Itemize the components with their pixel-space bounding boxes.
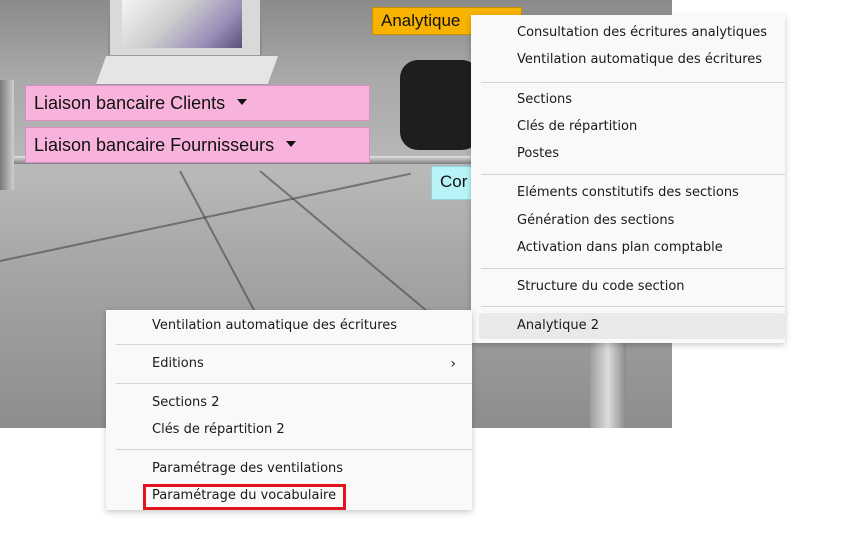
menu-separator [116, 449, 472, 450]
chevron-right-icon: › [450, 356, 456, 372]
menu-item-cles-repartition-2[interactable]: Clés de répartition 2 [106, 417, 472, 443]
menu-item-parametrage-ventilations[interactable]: Paramétrage des ventilations [106, 456, 472, 482]
liaison-clients-chip[interactable]: Liaison bancaire Clients [25, 85, 370, 121]
caret-down-icon [237, 99, 248, 106]
liaison-fournisseurs-chip[interactable]: Liaison bancaire Fournisseurs [25, 127, 370, 163]
menu-item-ventilation-automatique-2[interactable]: Ventilation automatique des écritures [106, 313, 472, 339]
menu-separator [481, 306, 785, 307]
menu-item-editions[interactable]: Editions › [106, 351, 472, 377]
floor-line [0, 172, 412, 262]
liaison-clients-label: Liaison bancaire Clients [34, 93, 226, 113]
laptop-keyboard-image [94, 55, 280, 85]
menu-separator [481, 268, 785, 269]
menu-item-sections[interactable]: Sections [471, 87, 785, 113]
menu-item-activation-plan-comptable[interactable]: Activation dans plan comptable [471, 235, 785, 261]
menu-item-analytique-2[interactable]: Analytique 2 [479, 313, 785, 339]
menu-item-ventilation-automatique[interactable]: Ventilation automatique des écritures [471, 47, 785, 73]
liaison-fournisseurs-label: Liaison bancaire Fournisseurs [34, 135, 275, 155]
menu-item-cles-repartition[interactable]: Clés de répartition [471, 114, 785, 140]
partial-cyan-label: Cor [440, 172, 468, 191]
laptop-screen-image [122, 0, 242, 48]
menu-separator [116, 344, 472, 345]
menu-item-postes[interactable]: Postes [471, 141, 785, 167]
caret-down-icon [286, 141, 297, 148]
highlight-box [143, 484, 346, 510]
analytique-chip-label: Analytique [381, 11, 461, 30]
context-menu-analytique: Consultation des écritures analytiques V… [471, 15, 785, 343]
menu-item-generation-sections[interactable]: Génération des sections [471, 208, 785, 234]
post-left-image [0, 80, 14, 190]
floor-line [259, 170, 430, 314]
menu-separator [481, 82, 785, 83]
menu-item-editions-label: Editions [152, 356, 204, 371]
menu-item-consultation-ecritures[interactable]: Consultation des écritures analytiques [471, 20, 785, 46]
menu-separator [116, 383, 472, 384]
telephone-image [400, 60, 480, 150]
post-image [590, 330, 626, 428]
menu-separator [481, 174, 785, 175]
submenu-analytique-2: Ventilation automatique des écritures Ed… [106, 310, 472, 510]
menu-item-structure-code-section[interactable]: Structure du code section [471, 274, 785, 300]
menu-item-sections-2[interactable]: Sections 2 [106, 390, 472, 416]
menu-item-elements-constitutifs[interactable]: Eléments constitutifs des sections [471, 180, 785, 206]
